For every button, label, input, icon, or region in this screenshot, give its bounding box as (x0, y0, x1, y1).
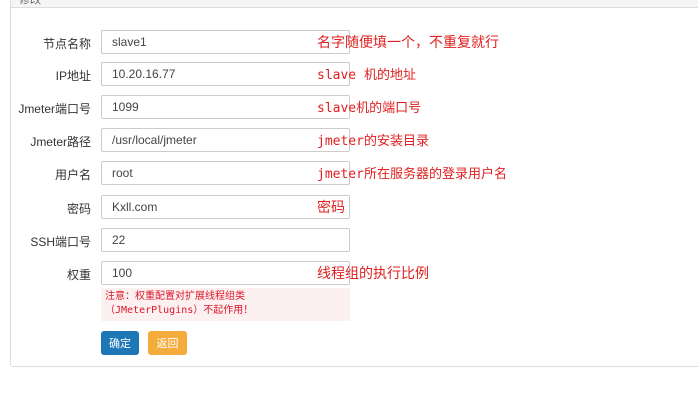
ip-input[interactable] (101, 62, 350, 86)
jmeter-path-note: jmeter的安装目录 (317, 134, 429, 149)
node-name-label: 节点名称 (42, 37, 91, 51)
username-input[interactable] (101, 161, 350, 185)
jmeter-port-label: Jmeter端口号 (18, 102, 91, 116)
weight-note: 线程组的执行比例 (317, 266, 429, 282)
jmeter-path-label: Jmeter路径 (30, 135, 91, 149)
ip-label: IP地址 (55, 69, 91, 83)
form-row-ip: IP地址 slave 机的地址 (0, 62, 698, 88)
weight-warning-line2: （JMeterPlugins）不起作用！ (105, 305, 254, 316)
ssh-port-label: SSH端口号 (30, 235, 91, 249)
form-row-node-name: 节点名称 名字随便填一个，不重复就行 (0, 30, 698, 56)
password-label: 密码 (66, 202, 91, 216)
form-row-username: 用户名 jmeter所在服务器的登录用户名 (0, 161, 698, 187)
jmeter-port-note: slave机的端口号 (317, 101, 422, 116)
panel-heading: 修改 (11, 0, 698, 8)
weight-input[interactable] (101, 261, 350, 285)
form-row-weight: 权重 线程组的执行比例 (0, 261, 698, 287)
confirm-button[interactable]: 确定 (101, 331, 139, 355)
form-row-ssh-port: SSH端口号 (0, 228, 698, 254)
form-row-jmeter-path: Jmeter路径 jmeter的安装目录 (0, 128, 698, 154)
node-name-note: 名字随便填一个，不重复就行 (317, 35, 499, 51)
ip-note: slave 机的地址 (317, 68, 416, 83)
username-label: 用户名 (54, 168, 91, 182)
panel-title: 修改 (19, 0, 41, 6)
form-row-password: 密码 密码 (0, 195, 698, 221)
weight-warning-line1: 注意：权重配置对扩展线程组类 (105, 291, 245, 302)
jmeter-path-input[interactable] (101, 128, 350, 152)
weight-label: 权重 (66, 268, 91, 282)
jmeter-port-input[interactable] (101, 95, 350, 119)
form-row-jmeter-port: Jmeter端口号 slave机的端口号 (0, 95, 698, 121)
weight-warning: 注意：权重配置对扩展线程组类 （JMeterPlugins）不起作用！ (101, 288, 350, 321)
node-name-input[interactable] (101, 30, 350, 54)
password-input[interactable] (101, 195, 350, 219)
password-note: 密码 (317, 200, 345, 216)
username-note: jmeter所在服务器的登录用户名 (317, 167, 507, 182)
back-button[interactable]: 返回 (148, 331, 187, 355)
ssh-port-input[interactable] (101, 228, 350, 252)
